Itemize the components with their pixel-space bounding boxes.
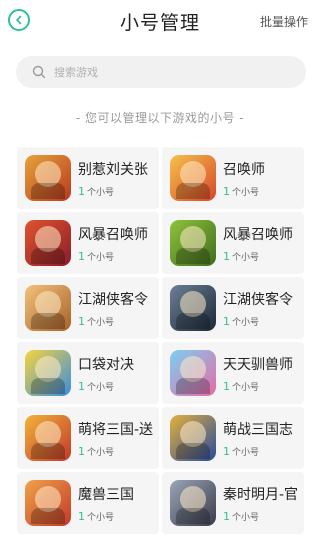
account-count-number: 1 (78, 185, 85, 198)
game-name: 萌战三国志 (223, 422, 293, 438)
game-card[interactable]: 召唤师 1 个小号 (162, 147, 304, 209)
account-count-number: 1 (78, 250, 85, 263)
game-name: 魔兽三国 (78, 487, 134, 503)
account-count: 1 个小号 (78, 510, 114, 523)
section-subtitle: - 您可以管理以下游戏的小号 - (75, 111, 245, 125)
game-name: 江湖侠客令 (78, 292, 148, 308)
account-count: 1 个小号 (223, 445, 259, 458)
search-placeholder: 搜索游戏 (54, 66, 98, 79)
game-name: 秦时明月-官 (223, 487, 299, 503)
summoner-hero-icon (170, 155, 216, 201)
account-count-label: 个小号 (232, 253, 260, 263)
account-count: 1 个小号 (78, 315, 114, 328)
account-count-number: 1 (223, 380, 230, 393)
account-count-number: 1 (78, 445, 85, 458)
game-card[interactable]: 萌战三国志 1 个小号 (162, 407, 304, 469)
account-count-number: 1 (223, 510, 230, 523)
game-card[interactable]: 萌将三国-送 1 个小号 (17, 407, 159, 469)
game-name: 风暴召唤师 (223, 227, 293, 243)
game-card[interactable]: 风暴召唤师 1 个小号 (17, 212, 159, 274)
game-card[interactable]: 风暴召唤师 1 个小号 (162, 212, 304, 274)
account-count-number: 1 (223, 445, 230, 458)
storm-warrior-icon (25, 220, 71, 266)
account-count: 1 个小号 (223, 315, 259, 328)
account-count-label: 个小号 (232, 188, 260, 198)
game-name: 别惹刘关张 (78, 162, 148, 178)
account-count-label: 个小号 (87, 513, 115, 523)
game-name: 萌将三国-送 (78, 422, 154, 438)
pocket-monster-icon (25, 350, 71, 396)
account-count-label: 个小号 (232, 318, 260, 328)
armored-general-icon (170, 415, 216, 461)
swordsman-silhouette-icon (170, 285, 216, 331)
chibi-general-icon (25, 415, 71, 461)
account-count-number: 1 (78, 510, 85, 523)
account-count-label: 个小号 (232, 448, 260, 458)
game-name: 天天驯兽师 (223, 357, 293, 373)
account-count-number: 1 (223, 185, 230, 198)
account-count-number: 1 (223, 315, 230, 328)
account-count-label: 个小号 (87, 383, 115, 393)
game-grid: 别惹刘关张 1 个小号 召唤师 1 个小号 风暴召唤师 1 个小号 风暴召唤师 1 个小号 江湖侠客令 1… (17, 147, 304, 534)
swordsman-portrait-icon (170, 480, 216, 526)
red-hero-icon (25, 480, 71, 526)
account-count-label: 个小号 (87, 318, 115, 328)
game-card[interactable]: 江湖侠客令 1 个小号 (17, 277, 159, 339)
search-input[interactable]: 搜索游戏 (16, 56, 306, 88)
account-count: 1 个小号 (223, 380, 259, 393)
game-card[interactable]: 别惹刘关张 1 个小号 (17, 147, 159, 209)
account-count-label: 个小号 (232, 383, 260, 393)
account-count-label: 个小号 (87, 448, 115, 458)
game-card[interactable]: 江湖侠客令 1 个小号 (162, 277, 304, 339)
account-count-number: 1 (78, 380, 85, 393)
game-name: 风暴召唤师 (78, 227, 148, 243)
game-card[interactable]: 口袋对决 1 个小号 (17, 342, 159, 404)
account-count-label: 个小号 (232, 513, 260, 523)
game-card[interactable]: 魔兽三国 1 个小号 (17, 472, 159, 534)
game-card[interactable]: 秦时明月-官 1 个小号 (162, 472, 304, 534)
account-count-label: 个小号 (87, 253, 115, 263)
account-count-label: 个小号 (87, 188, 115, 198)
account-count: 1 个小号 (223, 510, 259, 523)
game-name: 江湖侠客令 (223, 292, 293, 308)
game-name: 口袋对决 (78, 357, 134, 373)
orc-face-icon (170, 220, 216, 266)
warrior-portrait-icon (25, 155, 71, 201)
account-count: 1 个小号 (78, 380, 114, 393)
account-count: 1 个小号 (223, 250, 259, 263)
game-card[interactable]: 天天驯兽师 1 个小号 (162, 342, 304, 404)
account-count-number: 1 (78, 315, 85, 328)
search-icon (32, 65, 46, 79)
batch-operation-button[interactable]: 批量操作 (260, 13, 308, 30)
game-name: 召唤师 (223, 162, 265, 178)
heroine-portrait-icon (25, 285, 71, 331)
account-count: 1 个小号 (223, 185, 259, 198)
account-count: 1 个小号 (78, 185, 114, 198)
header-bar: 小号管理 批量操作 (0, 0, 320, 42)
beast-group-icon (170, 350, 216, 396)
account-count-number: 1 (223, 250, 230, 263)
account-count: 1 个小号 (78, 250, 114, 263)
account-count: 1 个小号 (78, 445, 114, 458)
